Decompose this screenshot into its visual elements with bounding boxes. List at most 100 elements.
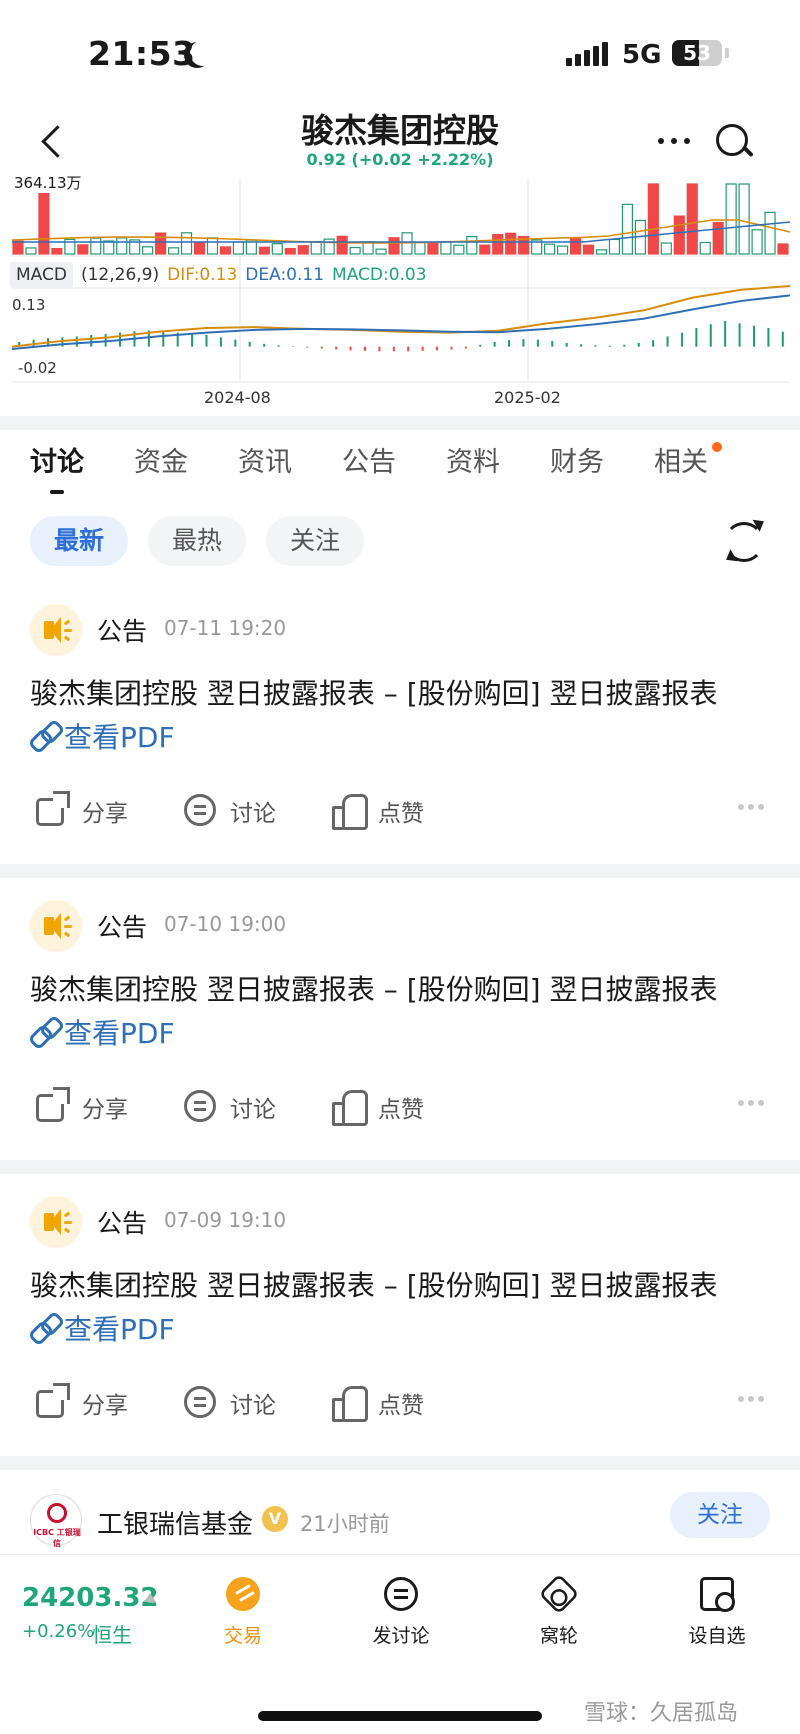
bottom-bar: 24203.32 +0.26% 恒生 交易 发讨论 窝轮 设自选 雪球：久居孤岛 (0, 1554, 800, 1734)
macd-value: MACD:0.03 (332, 265, 427, 285)
volume-bar (505, 232, 517, 255)
search-button[interactable] (712, 120, 756, 164)
follow-button[interactable]: 关注 (670, 1492, 770, 1538)
view-pdf-link[interactable]: 查看PDF (30, 1012, 175, 1052)
post-more-icon[interactable] (738, 1396, 766, 1404)
tab-announcements[interactable]: 公告 (342, 440, 396, 479)
nav-watchlist[interactable]: 设自选 (662, 1577, 772, 1657)
view-pdf-link[interactable]: 查看PDF (30, 716, 175, 756)
tab-related[interactable]: 相关 (654, 440, 708, 479)
volume-ma-line (12, 221, 791, 243)
volume-bar (219, 246, 232, 255)
tab-news[interactable]: 资讯 (238, 440, 292, 479)
share-label: 分享 (82, 1393, 128, 1419)
post-time: 07-09 19:10 (164, 1208, 287, 1232)
signal-icon (566, 42, 608, 66)
icbc-logo-icon (47, 1503, 67, 1523)
up-arrow-icon (144, 1593, 156, 1602)
tab-funds[interactable]: 资金 (134, 440, 188, 479)
volume-bar (492, 233, 504, 255)
moon-icon (190, 40, 216, 66)
post-divider (0, 864, 800, 878)
volume-bar (414, 241, 426, 255)
volume-bar (738, 183, 750, 255)
post-text[interactable]: 骏杰集团控股 翌日披露报表 – [股份购回] 翌日披露报表 (30, 672, 717, 712)
post-author[interactable]: 公告 (97, 1204, 147, 1240)
post-author[interactable]: 工银瑞信基金 (97, 1504, 253, 1541)
home-indicator[interactable] (258, 1711, 542, 1721)
volume-bar (725, 183, 737, 255)
tab-profile[interactable]: 资料 (446, 440, 500, 479)
date-label-2: 2025-02 (494, 388, 561, 407)
macd-params: (12,26,9) (80, 265, 160, 285)
post-author[interactable]: 公告 (97, 908, 147, 944)
icbc-avatar[interactable]: ICBC 工银瑞信 (30, 1494, 82, 1548)
section-divider (0, 416, 800, 430)
tab-discussion[interactable]: 讨论 (30, 440, 84, 479)
index-change: +0.26% (22, 1621, 95, 1642)
volume-bar (686, 183, 698, 255)
macd-legend: MACD (12,26,9) DIF:0.13 DEA:0.11 MACD:0.03 (10, 262, 435, 288)
nav-trade[interactable]: 交易 (188, 1577, 298, 1657)
view-pdf-label: 查看PDF (64, 1313, 175, 1346)
like-icon (332, 794, 368, 830)
share-icon (36, 1383, 70, 1418)
post-card[interactable]: 公告 07-09 19:10 骏杰集团控股 翌日披露报表 – [股份购回] 翌日… (0, 1196, 800, 1476)
volume-bar (25, 247, 37, 255)
volume-bar (388, 237, 400, 255)
refresh-icon[interactable] (724, 522, 764, 562)
comment-icon (184, 1386, 216, 1418)
link-icon (30, 721, 60, 751)
volume-bar (258, 246, 270, 255)
tab-financials[interactable]: 财务 (550, 440, 604, 479)
nav-watchlist-label: 设自选 (688, 1625, 746, 1647)
filter-following[interactable]: 关注 (266, 516, 364, 566)
nav-trade-label: 交易 (223, 1625, 262, 1647)
volume-bar (51, 247, 63, 255)
like-icon (332, 1386, 368, 1422)
nav-post-discussion[interactable]: 发讨论 (346, 1577, 456, 1657)
volume-bar (453, 244, 465, 255)
volume-bar (193, 241, 206, 255)
warrants-icon (538, 1573, 580, 1615)
post-text[interactable]: 骏杰集团控股 翌日披露报表 – [股份购回] 翌日披露报表 (30, 968, 717, 1008)
like-label: 点赞 (378, 801, 424, 827)
status-bar: 21:53 5G 53 (0, 0, 800, 100)
post-more-icon[interactable] (738, 804, 766, 812)
icbc-logo-text: ICBC 工银瑞信 (33, 1528, 81, 1548)
volume-bar (180, 232, 193, 255)
comment-label: 讨论 (230, 1393, 276, 1419)
nav-post-label: 发讨论 (372, 1625, 430, 1647)
nav-warrants[interactable]: 窝轮 (504, 1573, 614, 1657)
filter-hot[interactable]: 最热 (148, 516, 246, 566)
volume-bar (544, 243, 556, 255)
volume-bar (608, 238, 621, 255)
volume-bar (116, 237, 128, 255)
volume-bar (297, 245, 309, 255)
trade-icon (226, 1577, 260, 1611)
post-card[interactable]: 公告 07-10 19:00 骏杰集团控股 翌日披露报表 – [股份购回] 翌日… (0, 900, 800, 1180)
post-author[interactable]: 公告 (97, 612, 147, 648)
volume-bar (556, 245, 569, 255)
volume-bar (77, 244, 89, 255)
like-icon (332, 1090, 368, 1126)
more-options-button[interactable] (652, 122, 696, 158)
volume-bar (595, 249, 608, 255)
kline-chart[interactable]: 364.13万 MACD (12,26,9) DIF:0.13 DEA:0.11 MAC… (0, 172, 800, 416)
macd-tag[interactable]: MACD (10, 262, 73, 288)
post-card[interactable]: 公告 07-11 19:20 骏杰集团控股 翌日披露报表 – [股份购回] 翌日… (0, 604, 800, 884)
like-label: 点赞 (378, 1097, 424, 1123)
volume-bar (751, 229, 763, 255)
dea-value: DEA:0.11 (245, 265, 325, 285)
view-pdf-label: 查看PDF (64, 721, 175, 754)
post-text[interactable]: 骏杰集团控股 翌日披露报表 – [股份购回] 翌日披露报表 (30, 1264, 717, 1304)
comment-label: 讨论 (230, 1097, 276, 1123)
dif-line (11, 285, 791, 348)
volume-bar (440, 241, 452, 255)
filter-latest[interactable]: 最新 (30, 516, 128, 566)
post-more-icon[interactable] (738, 1100, 766, 1108)
content-tabs: 讨论 资金 资讯 公告 资料 财务 相关 (0, 430, 800, 496)
post-card-partial[interactable]: ICBC 工银瑞信 工银瑞信基金 V 21小时前 关注 (0, 1488, 800, 1554)
view-pdf-link[interactable]: 查看PDF (30, 1308, 175, 1348)
volume-bar (103, 240, 115, 255)
